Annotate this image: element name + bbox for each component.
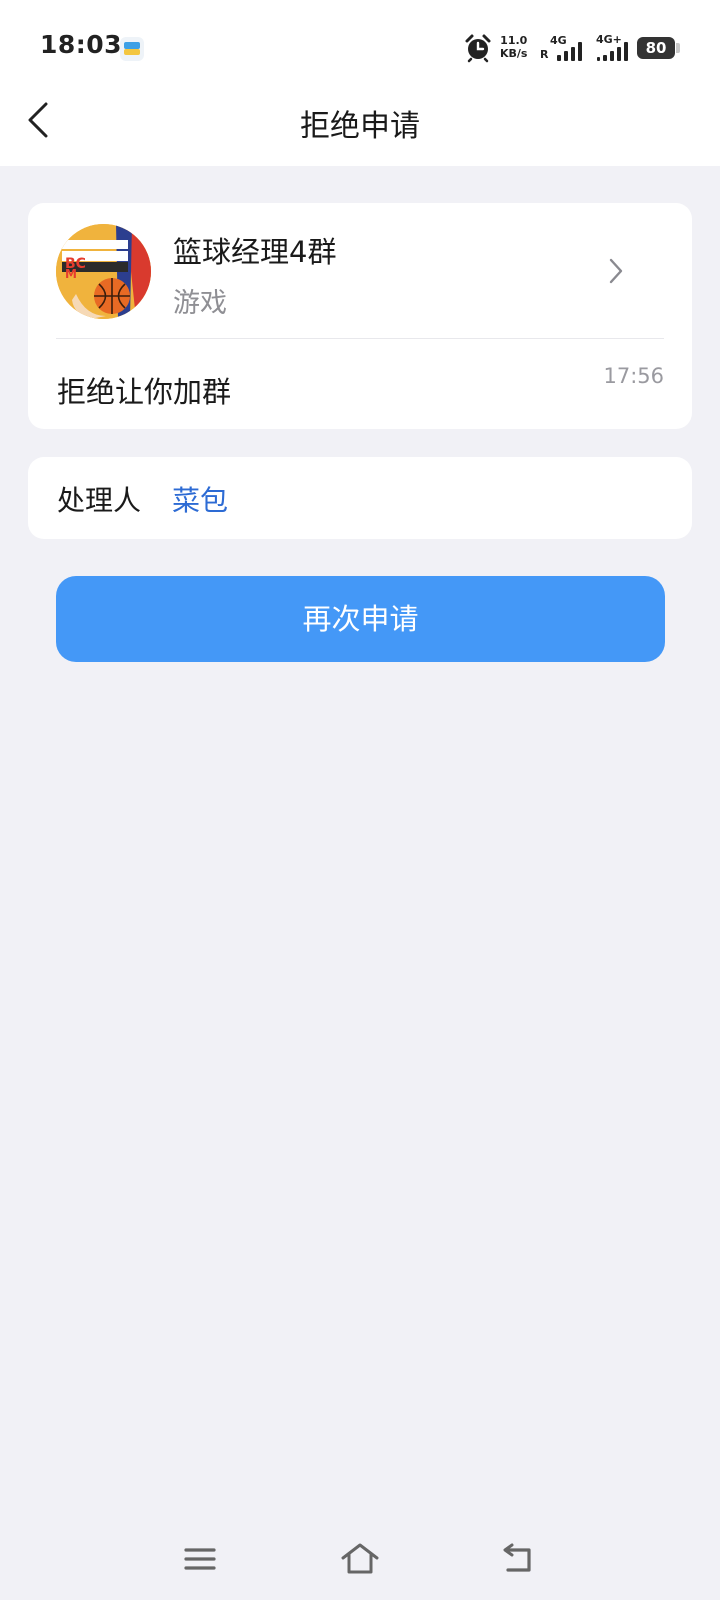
group-name: 篮球经理4群 xyxy=(173,235,337,269)
basketball-manager-group-avatar[interactable]: BC M xyxy=(56,224,151,319)
notification-app-icon xyxy=(120,37,144,61)
rejection-message: 拒绝让你加群 xyxy=(57,375,232,409)
sim1-signal-icon xyxy=(557,41,587,61)
rejection-time: 17:56 xyxy=(603,364,664,388)
handler-label: 处理人 xyxy=(57,484,142,517)
sim1-roaming-indicator: R xyxy=(540,48,549,61)
page-title: 拒绝申请 xyxy=(300,109,420,144)
reapply-button[interactable]: 再次申请 xyxy=(56,576,665,662)
battery-icon: 80 xyxy=(637,37,675,59)
chevron-right-icon[interactable] xyxy=(606,255,626,287)
group-info-card[interactable]: BC M 篮球经理4群 游戏 拒绝让你加群 17:56 xyxy=(28,203,692,429)
network-speed: 11.0 KB/s xyxy=(500,34,527,60)
battery-cap xyxy=(676,43,680,53)
menu-icon[interactable] xyxy=(180,1539,220,1579)
handler-card: 处理人 菜包 xyxy=(28,457,692,539)
home-icon[interactable] xyxy=(340,1539,380,1579)
back-icon[interactable] xyxy=(500,1539,540,1579)
alarm-clock-icon xyxy=(465,34,491,63)
svg-text:M: M xyxy=(65,267,77,281)
divider xyxy=(56,338,664,339)
status-time: 18:03 xyxy=(40,30,123,59)
sim2-signal-icon xyxy=(597,41,631,61)
network-speed-unit: KB/s xyxy=(500,47,528,60)
handler-name-link[interactable]: 菜包 xyxy=(172,479,228,519)
group-category: 游戏 xyxy=(173,288,227,319)
network-speed-value: 11.0 xyxy=(500,34,528,47)
